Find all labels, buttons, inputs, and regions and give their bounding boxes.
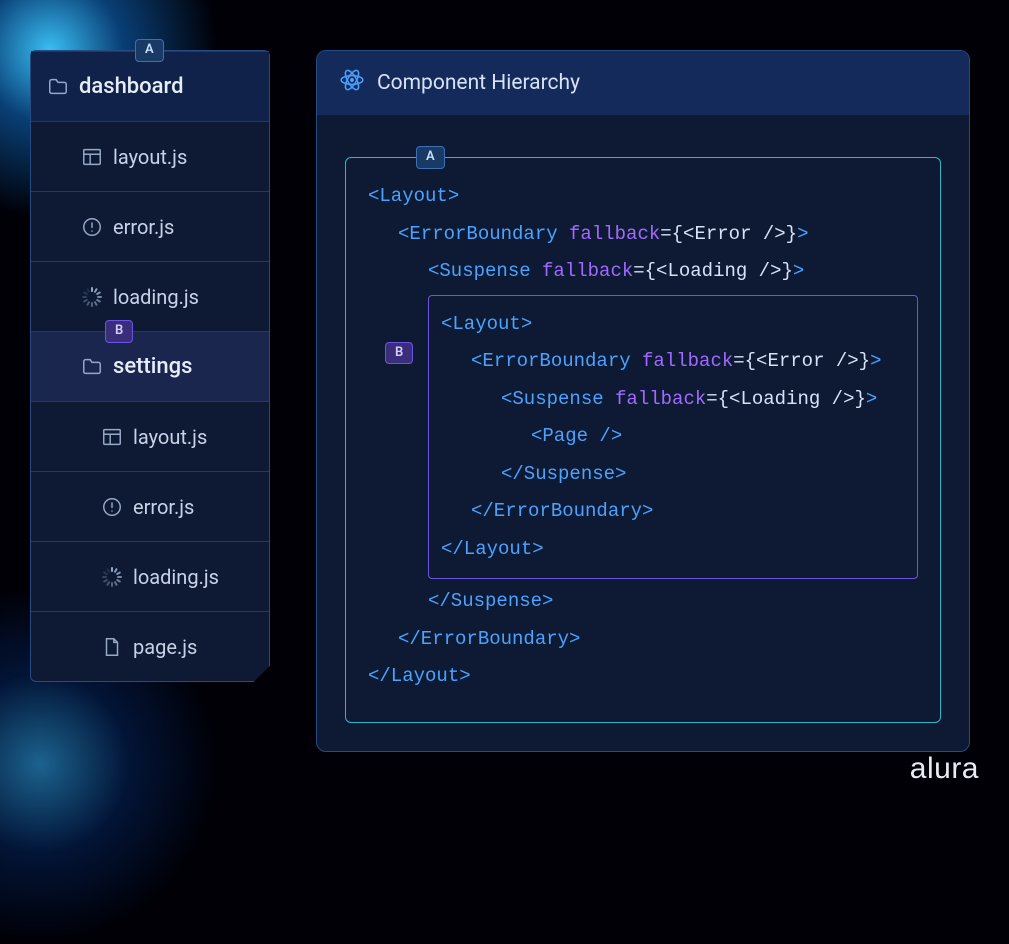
folder-icon [47, 76, 69, 98]
file-tree-item-label: page.js [133, 635, 197, 659]
file-tree-item-loading[interactable]: loading.js [31, 541, 269, 611]
tag-b: B [385, 342, 413, 365]
file-tree-item-label: layout.js [133, 425, 207, 449]
code-line: <ErrorBoundary fallback={<Error />}> [441, 343, 905, 381]
code-line: <Suspense fallback={<Loading />}> [441, 381, 905, 419]
file-tree-item-label: loading.js [133, 565, 219, 589]
code-line: </Suspense> [441, 456, 905, 494]
watermark-logo: alura [910, 752, 979, 786]
code-line: <Suspense fallback={<Loading />}> [368, 253, 918, 291]
layout-icon [81, 146, 103, 168]
code-region-a: A <Layout> <ErrorBoundary fallback={<Err… [345, 157, 941, 723]
file-tree-item-label: layout.js [113, 145, 187, 169]
layout-icon [101, 426, 123, 448]
file-tree-item-error[interactable]: error.js [31, 191, 269, 261]
tag-a: A [416, 146, 445, 169]
file-tree-item-loading[interactable]: loading.js [31, 261, 269, 331]
file-tree-item-layout[interactable]: layout.js [31, 401, 269, 471]
file-tree-item-page[interactable]: page.js [31, 611, 269, 681]
react-icon [339, 67, 365, 99]
file-tree-item-label: error.js [133, 495, 194, 519]
code-line: <Layout> [441, 306, 905, 344]
tag-b: B [105, 320, 133, 343]
alert-icon [81, 216, 103, 238]
code-line: </ErrorBoundary> [441, 493, 905, 531]
file-tree-item-layout[interactable]: layout.js [31, 121, 269, 191]
folder-icon [81, 356, 103, 378]
component-hierarchy-header: Component Hierarchy [317, 51, 969, 115]
file-tree-panel: A dashboard layout.js error.js [30, 50, 270, 682]
code-region-b: B <Layout> <ErrorBoundary fallback={<Err… [428, 295, 918, 580]
code-line: <Layout> [368, 178, 918, 216]
file-tree-item-label: loading.js [113, 285, 199, 309]
tag-a: A [135, 39, 164, 62]
code-line: </Suspense> [368, 583, 918, 621]
alert-icon [101, 496, 123, 518]
component-hierarchy-body: A <Layout> <ErrorBoundary fallback={<Err… [317, 115, 969, 751]
code-line: </Layout> [368, 658, 918, 696]
file-tree-nested-folder[interactable]: B settings [31, 331, 269, 401]
spinner-icon [81, 286, 103, 308]
code-line: </ErrorBoundary> [368, 621, 918, 659]
code-line: <ErrorBoundary fallback={<Error />}> [368, 216, 918, 254]
file-tree-nested-label: settings [113, 354, 192, 379]
file-icon [101, 636, 123, 658]
component-hierarchy-title: Component Hierarchy [377, 71, 580, 95]
file-tree-item-error[interactable]: error.js [31, 471, 269, 541]
spinner-icon [101, 566, 123, 588]
code-line: </Layout> [441, 531, 905, 569]
code-line: <Page /> [441, 418, 905, 456]
component-hierarchy-panel: Component Hierarchy A <Layout> <ErrorBou… [316, 50, 970, 752]
diagram-stage: A dashboard layout.js error.js [30, 50, 979, 752]
file-tree-item-label: error.js [113, 215, 174, 239]
file-tree-root-label: dashboard [79, 74, 183, 99]
